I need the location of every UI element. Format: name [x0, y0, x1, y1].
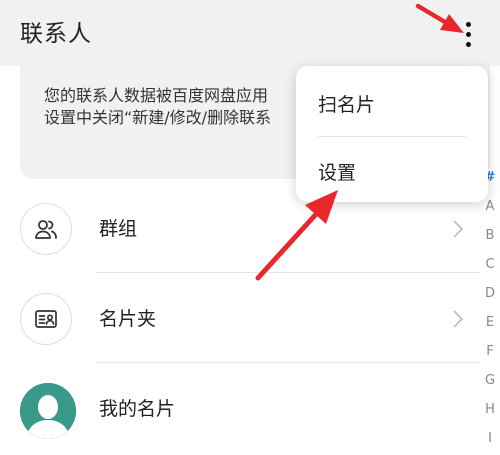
card-holder-icon: [20, 293, 72, 345]
menu-divider: [318, 136, 466, 137]
group-icon: [20, 203, 72, 255]
notice-text-line-1: 您的联系人数据被百度网盘应用: [44, 86, 269, 105]
index-letter[interactable]: D: [480, 286, 500, 302]
more-dot: [466, 32, 471, 37]
app-header: 联系人: [0, 0, 500, 66]
menu-item-settings[interactable]: 设置: [296, 138, 488, 206]
index-letter[interactable]: F: [480, 344, 500, 360]
avatar-icon: [20, 383, 76, 439]
page-title: 联系人: [20, 21, 92, 47]
index-letter[interactable]: I: [480, 431, 500, 447]
chevron-right-icon: [453, 220, 464, 238]
index-letter[interactable]: G: [480, 373, 500, 389]
menu-item-label: 扫名片: [318, 94, 376, 116]
index-letter[interactable]: H: [480, 402, 500, 418]
menu-item-scan-card[interactable]: 扫名片: [296, 70, 488, 138]
contacts-screen: 联系人 您的联系人数据被百度网盘应用 设置中关闭“新建/修改/删除联系 群组 名…: [0, 0, 500, 455]
index-letter[interactable]: E: [480, 315, 500, 331]
list-item-label: 我的名片: [99, 398, 176, 420]
index-letter[interactable]: C: [480, 257, 500, 273]
more-dot: [466, 42, 471, 47]
list-item-card-holder[interactable]: 名片夹: [0, 273, 480, 363]
index-letter[interactable]: B: [480, 228, 500, 244]
alphabet-index-bar[interactable]: # A B C D E F G H I: [480, 166, 500, 455]
more-dot: [466, 22, 471, 27]
notice-text-line-2: 设置中关闭“新建/修改/删除联系: [44, 108, 272, 127]
menu-item-label: 设置: [318, 162, 357, 184]
chevron-right-icon: [453, 310, 464, 328]
list-item-label: 名片夹: [99, 308, 157, 330]
list-item-label: 群组: [99, 218, 138, 240]
more-options-button[interactable]: [456, 16, 482, 52]
overflow-menu: 扫名片 设置: [296, 66, 488, 202]
list-item-my-card[interactable]: 我的名片: [0, 363, 480, 453]
